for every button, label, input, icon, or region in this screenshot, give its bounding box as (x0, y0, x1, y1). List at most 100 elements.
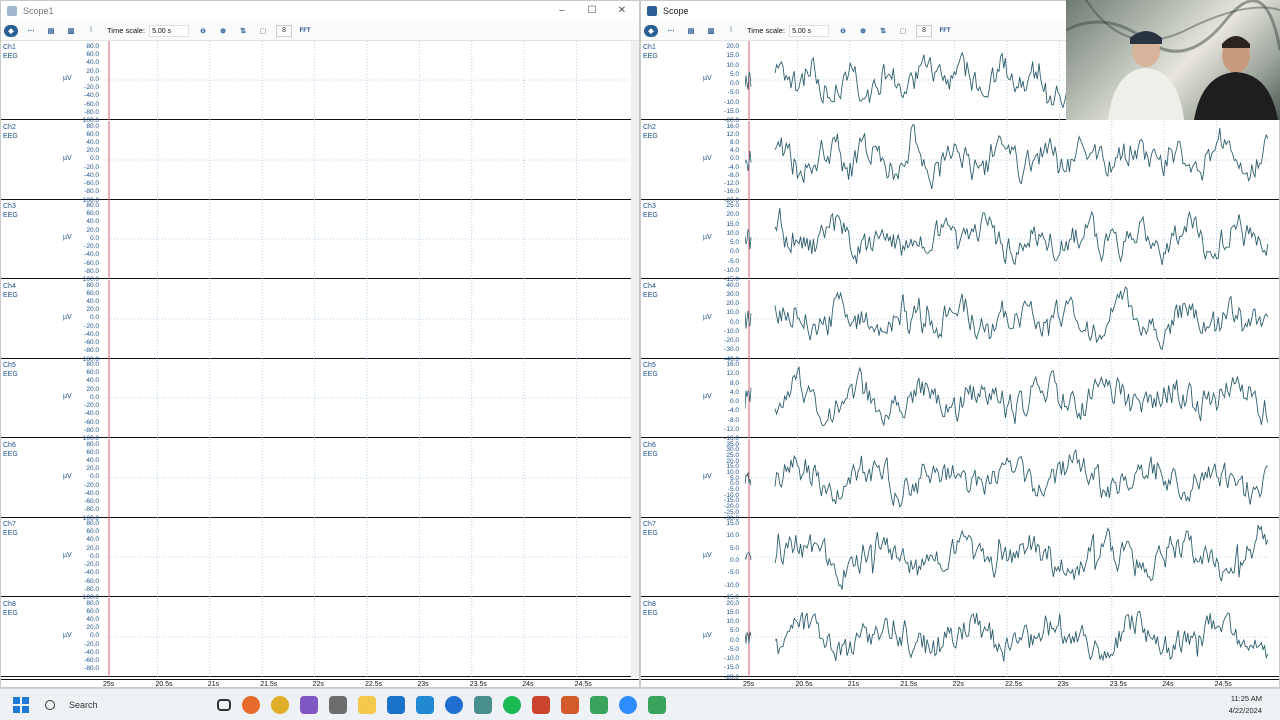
layout-icon[interactable]: ⋯ (24, 25, 38, 37)
y-tick-label: 80.0 (86, 440, 99, 448)
y-axis-ticks: 16.0 12.0 8.0 4.0 0.0 -4.0 -8.0 -12.0 -16.0 -20.0 (695, 121, 739, 204)
montage-icon[interactable]: ▤ (684, 25, 698, 37)
zoom-out-icon[interactable]: ⊖ (836, 25, 850, 37)
montage-alt-icon[interactable]: ▥ (704, 25, 718, 37)
channel-row[interactable]: Ch2 EEG µV 16.0 12.0 8.0 4.0 0.0 -4.0 -8.0 -12.0 -1… (641, 120, 1279, 204)
channel-row[interactable]: Ch4 EEG µV 80.0 60.0 40.0 20.0 0.0 -20.0 -40.0 -60… (1, 279, 639, 363)
title-bar[interactable]: Scope1 – ☐ ✕ (1, 1, 639, 21)
channel-row[interactable]: Ch8 EEG µV 20.0 15.0 10.0 5.0 0.0 -5.0 -10.0 -15.0… (641, 597, 1279, 681)
logo-icon[interactable]: ◆ (644, 24, 658, 37)
chrome-icon[interactable] (270, 695, 289, 714)
window-title: Scope1 (23, 6, 54, 16)
plot-area[interactable]: Ch1 EEG µV 20.0 15.0 10.0 5.0 0.0 -5.0 -10.0 -15.0… (641, 41, 1279, 688)
channel-row[interactable]: Ch6 EEG µV 80.0 60.0 40.0 20.0 0.0 -20.0 -40.0 -60… (1, 438, 639, 522)
channel-plot[interactable] (745, 200, 1269, 279)
channel-plot[interactable] (105, 359, 629, 438)
vscode-icon[interactable] (415, 695, 434, 714)
y-tick-label: -20.0 (84, 243, 99, 251)
close-icon[interactable]: ✕ (607, 1, 637, 21)
time-scale-input[interactable]: 5.00 s (789, 24, 830, 37)
app-g-icon[interactable] (589, 695, 608, 714)
snapshot-icon[interactable]: ▢ (896, 25, 910, 37)
task-view-icon[interactable] (216, 698, 231, 711)
channel-plot[interactable] (745, 279, 1269, 359)
spotify-icon[interactable] (502, 695, 521, 714)
channel-row[interactable]: Ch6 EEG µV 35.0 30.0 25.0 20.0 15.0 10.0 5.0 0.0 -5… (641, 438, 1279, 522)
y-axis-ticks: 80.0 60.0 40.0 20.0 0.0 -20.0 -40.0 -60.0 -80.0 (55, 598, 99, 677)
y-tick-label: 0.0 (89, 234, 99, 242)
zoom-in-icon[interactable]: ⊕ (216, 25, 230, 37)
channel-row[interactable]: Ch5 EEG µV 16.0 12.0 8.0 4.0 0.0 -4.0 -8.0 -12.0 -1… (641, 359, 1279, 442)
time-tick-label: 22.5s (365, 681, 383, 688)
zoom-out-icon[interactable]: ⊖ (196, 25, 210, 37)
channel-type: EEG (3, 450, 18, 458)
channel-row[interactable]: Ch7 EEG µV 80.0 60.0 40.0 20.0 0.0 -20.0 -40.0 -60… (1, 518, 639, 601)
file-explorer-icon[interactable] (357, 695, 376, 714)
channel-row[interactable]: Ch3 EEG µV 80.0 60.0 40.0 20.0 0.0 -20.0 -40.0 -60… (1, 200, 639, 283)
y-tick-label: 5.0 (729, 239, 739, 246)
time-axis: 25s 20.5s 21s 21.5s 22s 22.5s 23s 23.5s 24s 24.5s (1, 679, 639, 688)
scrollbar[interactable] (631, 41, 639, 677)
time-scale-input[interactable]: 5.00 s (149, 24, 190, 37)
channel-row[interactable]: Ch2 EEG µV 80.0 60.0 40.0 20.0 0.0 -20.0 -40.0 -60… (1, 120, 639, 204)
maximize-icon[interactable]: ☐ (577, 1, 607, 21)
logo-icon[interactable]: ◆ (4, 24, 18, 37)
channel-plot[interactable] (745, 120, 1269, 200)
firefox-icon[interactable] (241, 695, 260, 714)
channel-plot[interactable] (105, 597, 629, 677)
filter-icon[interactable]: ⫶ (84, 25, 98, 37)
time-tick-label: 22.5s (1005, 681, 1023, 688)
time-tick-label: 24s (1162, 681, 1174, 688)
channel-plot[interactable] (105, 120, 629, 200)
channel-row[interactable]: Ch1 EEG µV 80.0 60.0 40.0 20.0 0.0 -20.0 -40.0 -60… (1, 41, 639, 124)
outlook-icon[interactable] (386, 695, 405, 714)
scope1-window[interactable]: Scope1 – ☐ ✕ ◆ ⋯ ▤ ▥ ⫶ Time scale: 5.00 … (0, 0, 640, 688)
channel-row[interactable]: Ch7 EEG µV 15.0 10.0 5.0 0.0 -5.0 -10.0 -15.0 (641, 518, 1279, 601)
app-arrow-icon[interactable] (560, 695, 579, 714)
zoom-icon[interactable] (618, 695, 637, 714)
time-tick-label: 23s (417, 681, 429, 688)
channel-stepper[interactable]: 8 (916, 24, 933, 37)
channel-plot[interactable] (745, 597, 1269, 677)
channel-plot[interactable] (745, 518, 1269, 597)
channel-plot[interactable] (105, 41, 629, 120)
windows-start-icon[interactable] (13, 696, 29, 713)
amplitude-icon[interactable]: ⇅ (236, 25, 250, 37)
channel-plot[interactable] (745, 359, 1269, 438)
montage-icon[interactable]: ▤ (44, 25, 58, 37)
channel-row[interactable]: Ch5 EEG µV 80.0 60.0 40.0 20.0 0.0 -20.0 -40.0 -60… (1, 359, 639, 442)
filter-icon[interactable]: ⫶ (724, 25, 738, 37)
snapshot-icon[interactable]: ▢ (256, 25, 270, 37)
channel-plot[interactable] (105, 279, 629, 359)
visual-studio-icon[interactable] (299, 695, 318, 714)
fft-button[interactable]: FFT (938, 25, 952, 37)
channel-stepper[interactable]: 8 (276, 24, 293, 37)
fft-button[interactable]: FFT (298, 25, 312, 37)
channel-row[interactable]: Ch3 EEG µV 25.0 20.0 15.0 10.0 5.0 0.0 -5.0 -10.0-… (641, 200, 1279, 283)
montage-alt-icon[interactable]: ▥ (64, 25, 78, 37)
powerpoint-icon[interactable] (531, 695, 550, 714)
y-tick-label: 20.0 (86, 385, 99, 393)
channel-row[interactable]: Ch8 EEG µV 80.0 60.0 40.0 20.0 0.0 -20.0 -40.0 -60… (1, 597, 639, 677)
y-tick-label: -40.0 (84, 569, 99, 577)
plot-area[interactable]: Ch1 EEG µV 80.0 60.0 40.0 20.0 0.0 -20.0 -40.0 -60… (1, 41, 639, 688)
layout-icon[interactable]: ⋯ (664, 25, 678, 37)
app-g2-icon[interactable] (647, 695, 666, 714)
app-gear-icon[interactable] (473, 695, 492, 714)
channel-plot[interactable] (745, 438, 1269, 518)
zoom-in-icon[interactable]: ⊕ (856, 25, 870, 37)
package-icon[interactable] (328, 695, 347, 714)
time-scale-label: Time scale: (747, 26, 786, 35)
channel-type: EEG (643, 53, 658, 60)
channel-row[interactable]: Ch4 EEG µV 40.0 30.0 20.0 10.0 0.0 -10.0 -20.0 -30… (641, 279, 1279, 363)
y-axis-ticks: 80.0 60.0 40.0 20.0 0.0 -20.0 -40.0 -60.0 -80.0 1… (55, 439, 99, 522)
amplitude-icon[interactable]: ⇅ (876, 25, 890, 37)
channel-plot[interactable] (105, 518, 629, 597)
app-circle-icon[interactable] (444, 695, 463, 714)
channel-plot[interactable] (105, 200, 629, 279)
minimize-icon[interactable]: – (547, 1, 577, 21)
channel-plot[interactable] (105, 438, 629, 518)
taskbar-search[interactable]: Search (45, 699, 175, 710)
eeg-trace (774, 285, 1269, 350)
system-clock[interactable]: 11:25 AM 4/22/2024 (1229, 693, 1262, 717)
